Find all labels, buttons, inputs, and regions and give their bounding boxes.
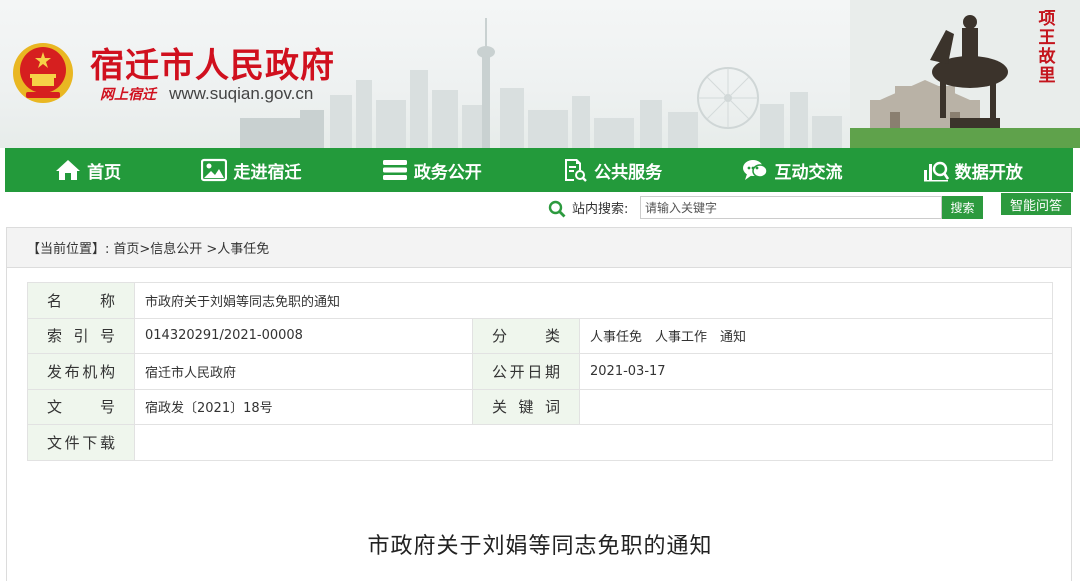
document-search-icon [565, 159, 587, 182]
table-row: 发布机构 宿迁市人民政府 公开日期 2021-03-17 [27, 353, 1053, 390]
docno-label: 文号 [27, 388, 135, 425]
site-url: www.suqian.gov.cn [169, 84, 314, 103]
table-row: 文号 宿政发〔2021〕18号 关键词 [27, 388, 1053, 425]
publisher-label: 发布机构 [27, 353, 135, 390]
breadcrumb: 【当前位置】: 首页>信息公开 >人事任免 [7, 228, 1071, 268]
date-label: 公开日期 [472, 353, 580, 390]
search-input[interactable] [640, 196, 942, 219]
site-slogan: 网上宿迁 [100, 87, 156, 103]
docno-value: 宿政发〔2021〕18号 [134, 388, 473, 425]
nav-item-about[interactable]: 走进宿迁 [201, 158, 301, 183]
document-info-table: 名称 市政府关于刘娟等同志免职的通知 索引号 014320291/2021-00… [27, 282, 1053, 461]
download-value[interactable] [134, 424, 1053, 461]
nav-item-label: 政务公开 [413, 162, 482, 183]
site-subtitle: 网上宿迁 www.suqian.gov.cn [100, 84, 313, 104]
table-row: 名称 市政府关于刘娟等同志免职的通知 [27, 282, 1053, 319]
breadcrumb-path[interactable]: 首页>信息公开 >人事任免 [113, 238, 269, 257]
table-row: 索引号 014320291/2021-00008 分类 人事任免 人事工作 通知 [27, 317, 1053, 354]
search-icon [548, 200, 566, 218]
home-icon [56, 160, 81, 180]
nav-item-open-data[interactable]: 数据开放 [923, 158, 1023, 183]
keywords-value [579, 388, 1053, 425]
name-label: 名称 [27, 282, 135, 319]
table-row: 文件下载 [27, 424, 1053, 461]
nav-item-label: 公共服务 [594, 162, 663, 183]
category-value: 人事任免 人事工作 通知 [579, 317, 1053, 354]
header-banner: 宿迁市人民政府 网上宿迁 www.suqian.gov.cn 项王故里 [0, 0, 1080, 148]
nav-item-home[interactable]: 首页 [55, 158, 121, 183]
seal-calligraphy: 项王故里 [1038, 9, 1056, 86]
picture-icon [201, 158, 228, 182]
national-emblem-icon [13, 43, 73, 103]
data-search-icon [923, 161, 949, 182]
nav-item-label: 互动交流 [774, 162, 843, 183]
index-value: 014320291/2021-00008 [134, 317, 473, 354]
main-nav: 首页 走进宿迁 政务公开 公共服务 互动交流 数据开放 [5, 148, 1073, 192]
index-label: 索引号 [27, 317, 135, 354]
smart-qa-button[interactable]: 智能问答 [1001, 193, 1071, 215]
server-stack-icon [382, 160, 407, 180]
nav-item-interaction[interactable]: 互动交流 [742, 158, 842, 183]
nav-item-label: 首页 [87, 162, 122, 183]
chat-bubble-icon [743, 160, 769, 180]
document-title: 市政府关于刘娟等同志免职的通知 [367, 534, 713, 559]
search-bar: 站内搜索: 搜索 智能问答 [0, 193, 1080, 221]
date-value: 2021-03-17 [579, 353, 1053, 390]
nav-item-services[interactable]: 公共服务 [562, 158, 662, 183]
breadcrumb-prefix: 【当前位置】: [27, 242, 110, 257]
content-panel: 【当前位置】: 首页>信息公开 >人事任免 名称 市政府关于刘娟等同志免职的通知… [6, 227, 1072, 581]
nav-item-label: 数据开放 [954, 162, 1023, 183]
site-title: 宿迁市人民政府 [90, 46, 335, 86]
nav-item-label: 走进宿迁 [233, 162, 302, 183]
keywords-label: 关键词 [472, 388, 580, 425]
search-button[interactable]: 搜索 [942, 196, 983, 219]
name-value: 市政府关于刘娟等同志免职的通知 [134, 282, 1053, 319]
nav-item-affairs[interactable]: 政务公开 [382, 158, 482, 183]
category-label: 分类 [472, 317, 580, 354]
publisher-value: 宿迁市人民政府 [134, 353, 473, 390]
download-label: 文件下载 [27, 424, 135, 461]
search-label: 站内搜索: [572, 202, 629, 217]
